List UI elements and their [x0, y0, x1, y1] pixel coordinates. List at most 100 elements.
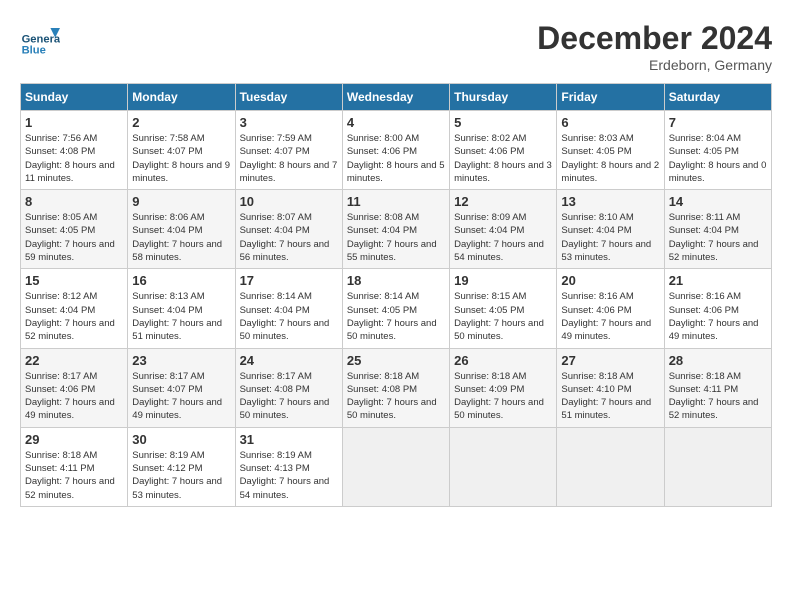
day-info: Sunrise: 8:12 AMSunset: 4:04 PMDaylight:… — [25, 290, 123, 343]
day-number: 24 — [240, 353, 338, 368]
calendar-cell — [342, 427, 449, 506]
calendar-row: 29 Sunrise: 8:18 AMSunset: 4:11 PMDaylig… — [21, 427, 772, 506]
calendar-cell: 2 Sunrise: 7:58 AMSunset: 4:07 PMDayligh… — [128, 111, 235, 190]
calendar-cell: 27 Sunrise: 8:18 AMSunset: 4:10 PMDaylig… — [557, 348, 664, 427]
day-number: 20 — [561, 273, 659, 288]
day-info: Sunrise: 8:00 AMSunset: 4:06 PMDaylight:… — [347, 132, 445, 185]
calendar-cell: 17 Sunrise: 8:14 AMSunset: 4:04 PMDaylig… — [235, 269, 342, 348]
calendar-cell: 4 Sunrise: 8:00 AMSunset: 4:06 PMDayligh… — [342, 111, 449, 190]
day-info: Sunrise: 8:17 AMSunset: 4:08 PMDaylight:… — [240, 370, 338, 423]
day-number: 13 — [561, 194, 659, 209]
calendar-cell: 24 Sunrise: 8:17 AMSunset: 4:08 PMDaylig… — [235, 348, 342, 427]
day-number: 5 — [454, 115, 552, 130]
day-info: Sunrise: 7:58 AMSunset: 4:07 PMDaylight:… — [132, 132, 230, 185]
day-number: 7 — [669, 115, 767, 130]
calendar-cell — [664, 427, 771, 506]
calendar-header-row: Sunday Monday Tuesday Wednesday Thursday… — [21, 84, 772, 111]
calendar-cell: 30 Sunrise: 8:19 AMSunset: 4:12 PMDaylig… — [128, 427, 235, 506]
day-info: Sunrise: 8:18 AMSunset: 4:08 PMDaylight:… — [347, 370, 445, 423]
calendar-cell: 9 Sunrise: 8:06 AMSunset: 4:04 PMDayligh… — [128, 190, 235, 269]
calendar-cell: 22 Sunrise: 8:17 AMSunset: 4:06 PMDaylig… — [21, 348, 128, 427]
day-number: 14 — [669, 194, 767, 209]
day-number: 23 — [132, 353, 230, 368]
day-info: Sunrise: 8:11 AMSunset: 4:04 PMDaylight:… — [669, 211, 767, 264]
day-number: 22 — [25, 353, 123, 368]
calendar-row: 1 Sunrise: 7:56 AMSunset: 4:08 PMDayligh… — [21, 111, 772, 190]
location-subtitle: Erdeborn, Germany — [537, 57, 772, 73]
day-info: Sunrise: 7:59 AMSunset: 4:07 PMDaylight:… — [240, 132, 338, 185]
day-info: Sunrise: 8:17 AMSunset: 4:07 PMDaylight:… — [132, 370, 230, 423]
day-info: Sunrise: 8:16 AMSunset: 4:06 PMDaylight:… — [561, 290, 659, 343]
day-number: 4 — [347, 115, 445, 130]
logo-icon: General Blue — [20, 20, 60, 60]
calendar-cell: 25 Sunrise: 8:18 AMSunset: 4:08 PMDaylig… — [342, 348, 449, 427]
calendar-cell: 12 Sunrise: 8:09 AMSunset: 4:04 PMDaylig… — [450, 190, 557, 269]
day-info: Sunrise: 8:04 AMSunset: 4:05 PMDaylight:… — [669, 132, 767, 185]
calendar-cell: 31 Sunrise: 8:19 AMSunset: 4:13 PMDaylig… — [235, 427, 342, 506]
day-number: 30 — [132, 432, 230, 447]
day-info: Sunrise: 8:17 AMSunset: 4:06 PMDaylight:… — [25, 370, 123, 423]
calendar-cell — [557, 427, 664, 506]
day-info: Sunrise: 8:05 AMSunset: 4:05 PMDaylight:… — [25, 211, 123, 264]
calendar-cell: 16 Sunrise: 8:13 AMSunset: 4:04 PMDaylig… — [128, 269, 235, 348]
day-info: Sunrise: 7:56 AMSunset: 4:08 PMDaylight:… — [25, 132, 123, 185]
calendar-table: Sunday Monday Tuesday Wednesday Thursday… — [20, 83, 772, 507]
day-info: Sunrise: 8:06 AMSunset: 4:04 PMDaylight:… — [132, 211, 230, 264]
day-number: 2 — [132, 115, 230, 130]
day-number: 19 — [454, 273, 552, 288]
day-number: 9 — [132, 194, 230, 209]
day-info: Sunrise: 8:19 AMSunset: 4:13 PMDaylight:… — [240, 449, 338, 502]
title-area: December 2024 Erdeborn, Germany — [537, 20, 772, 73]
calendar-cell: 7 Sunrise: 8:04 AMSunset: 4:05 PMDayligh… — [664, 111, 771, 190]
col-thursday: Thursday — [450, 84, 557, 111]
day-number: 28 — [669, 353, 767, 368]
calendar-cell: 13 Sunrise: 8:10 AMSunset: 4:04 PMDaylig… — [557, 190, 664, 269]
calendar-cell: 10 Sunrise: 8:07 AMSunset: 4:04 PMDaylig… — [235, 190, 342, 269]
day-info: Sunrise: 8:09 AMSunset: 4:04 PMDaylight:… — [454, 211, 552, 264]
day-number: 26 — [454, 353, 552, 368]
col-monday: Monday — [128, 84, 235, 111]
calendar-cell: 29 Sunrise: 8:18 AMSunset: 4:11 PMDaylig… — [21, 427, 128, 506]
day-number: 21 — [669, 273, 767, 288]
col-wednesday: Wednesday — [342, 84, 449, 111]
calendar-cell: 14 Sunrise: 8:11 AMSunset: 4:04 PMDaylig… — [664, 190, 771, 269]
day-number: 11 — [347, 194, 445, 209]
calendar-cell: 21 Sunrise: 8:16 AMSunset: 4:06 PMDaylig… — [664, 269, 771, 348]
day-number: 15 — [25, 273, 123, 288]
calendar-row: 22 Sunrise: 8:17 AMSunset: 4:06 PMDaylig… — [21, 348, 772, 427]
calendar-row: 15 Sunrise: 8:12 AMSunset: 4:04 PMDaylig… — [21, 269, 772, 348]
svg-text:Blue: Blue — [22, 45, 46, 57]
calendar-cell: 28 Sunrise: 8:18 AMSunset: 4:11 PMDaylig… — [664, 348, 771, 427]
month-title: December 2024 — [537, 20, 772, 57]
day-info: Sunrise: 8:18 AMSunset: 4:11 PMDaylight:… — [25, 449, 123, 502]
calendar-cell: 20 Sunrise: 8:16 AMSunset: 4:06 PMDaylig… — [557, 269, 664, 348]
calendar-row: 8 Sunrise: 8:05 AMSunset: 4:05 PMDayligh… — [21, 190, 772, 269]
col-sunday: Sunday — [21, 84, 128, 111]
day-info: Sunrise: 8:15 AMSunset: 4:05 PMDaylight:… — [454, 290, 552, 343]
day-number: 31 — [240, 432, 338, 447]
day-info: Sunrise: 8:16 AMSunset: 4:06 PMDaylight:… — [669, 290, 767, 343]
day-number: 29 — [25, 432, 123, 447]
day-number: 17 — [240, 273, 338, 288]
col-friday: Friday — [557, 84, 664, 111]
page-header: General Blue December 2024 Erdeborn, Ger… — [20, 20, 772, 73]
day-number: 25 — [347, 353, 445, 368]
day-number: 27 — [561, 353, 659, 368]
day-info: Sunrise: 8:19 AMSunset: 4:12 PMDaylight:… — [132, 449, 230, 502]
day-number: 18 — [347, 273, 445, 288]
calendar-cell — [450, 427, 557, 506]
day-info: Sunrise: 8:14 AMSunset: 4:05 PMDaylight:… — [347, 290, 445, 343]
logo: General Blue — [20, 20, 64, 60]
day-info: Sunrise: 8:13 AMSunset: 4:04 PMDaylight:… — [132, 290, 230, 343]
calendar-cell: 18 Sunrise: 8:14 AMSunset: 4:05 PMDaylig… — [342, 269, 449, 348]
calendar-cell: 19 Sunrise: 8:15 AMSunset: 4:05 PMDaylig… — [450, 269, 557, 348]
calendar-cell: 26 Sunrise: 8:18 AMSunset: 4:09 PMDaylig… — [450, 348, 557, 427]
day-number: 12 — [454, 194, 552, 209]
day-info: Sunrise: 8:07 AMSunset: 4:04 PMDaylight:… — [240, 211, 338, 264]
col-tuesday: Tuesday — [235, 84, 342, 111]
day-info: Sunrise: 8:10 AMSunset: 4:04 PMDaylight:… — [561, 211, 659, 264]
calendar-cell: 5 Sunrise: 8:02 AMSunset: 4:06 PMDayligh… — [450, 111, 557, 190]
day-info: Sunrise: 8:02 AMSunset: 4:06 PMDaylight:… — [454, 132, 552, 185]
day-info: Sunrise: 8:18 AMSunset: 4:11 PMDaylight:… — [669, 370, 767, 423]
day-info: Sunrise: 8:03 AMSunset: 4:05 PMDaylight:… — [561, 132, 659, 185]
